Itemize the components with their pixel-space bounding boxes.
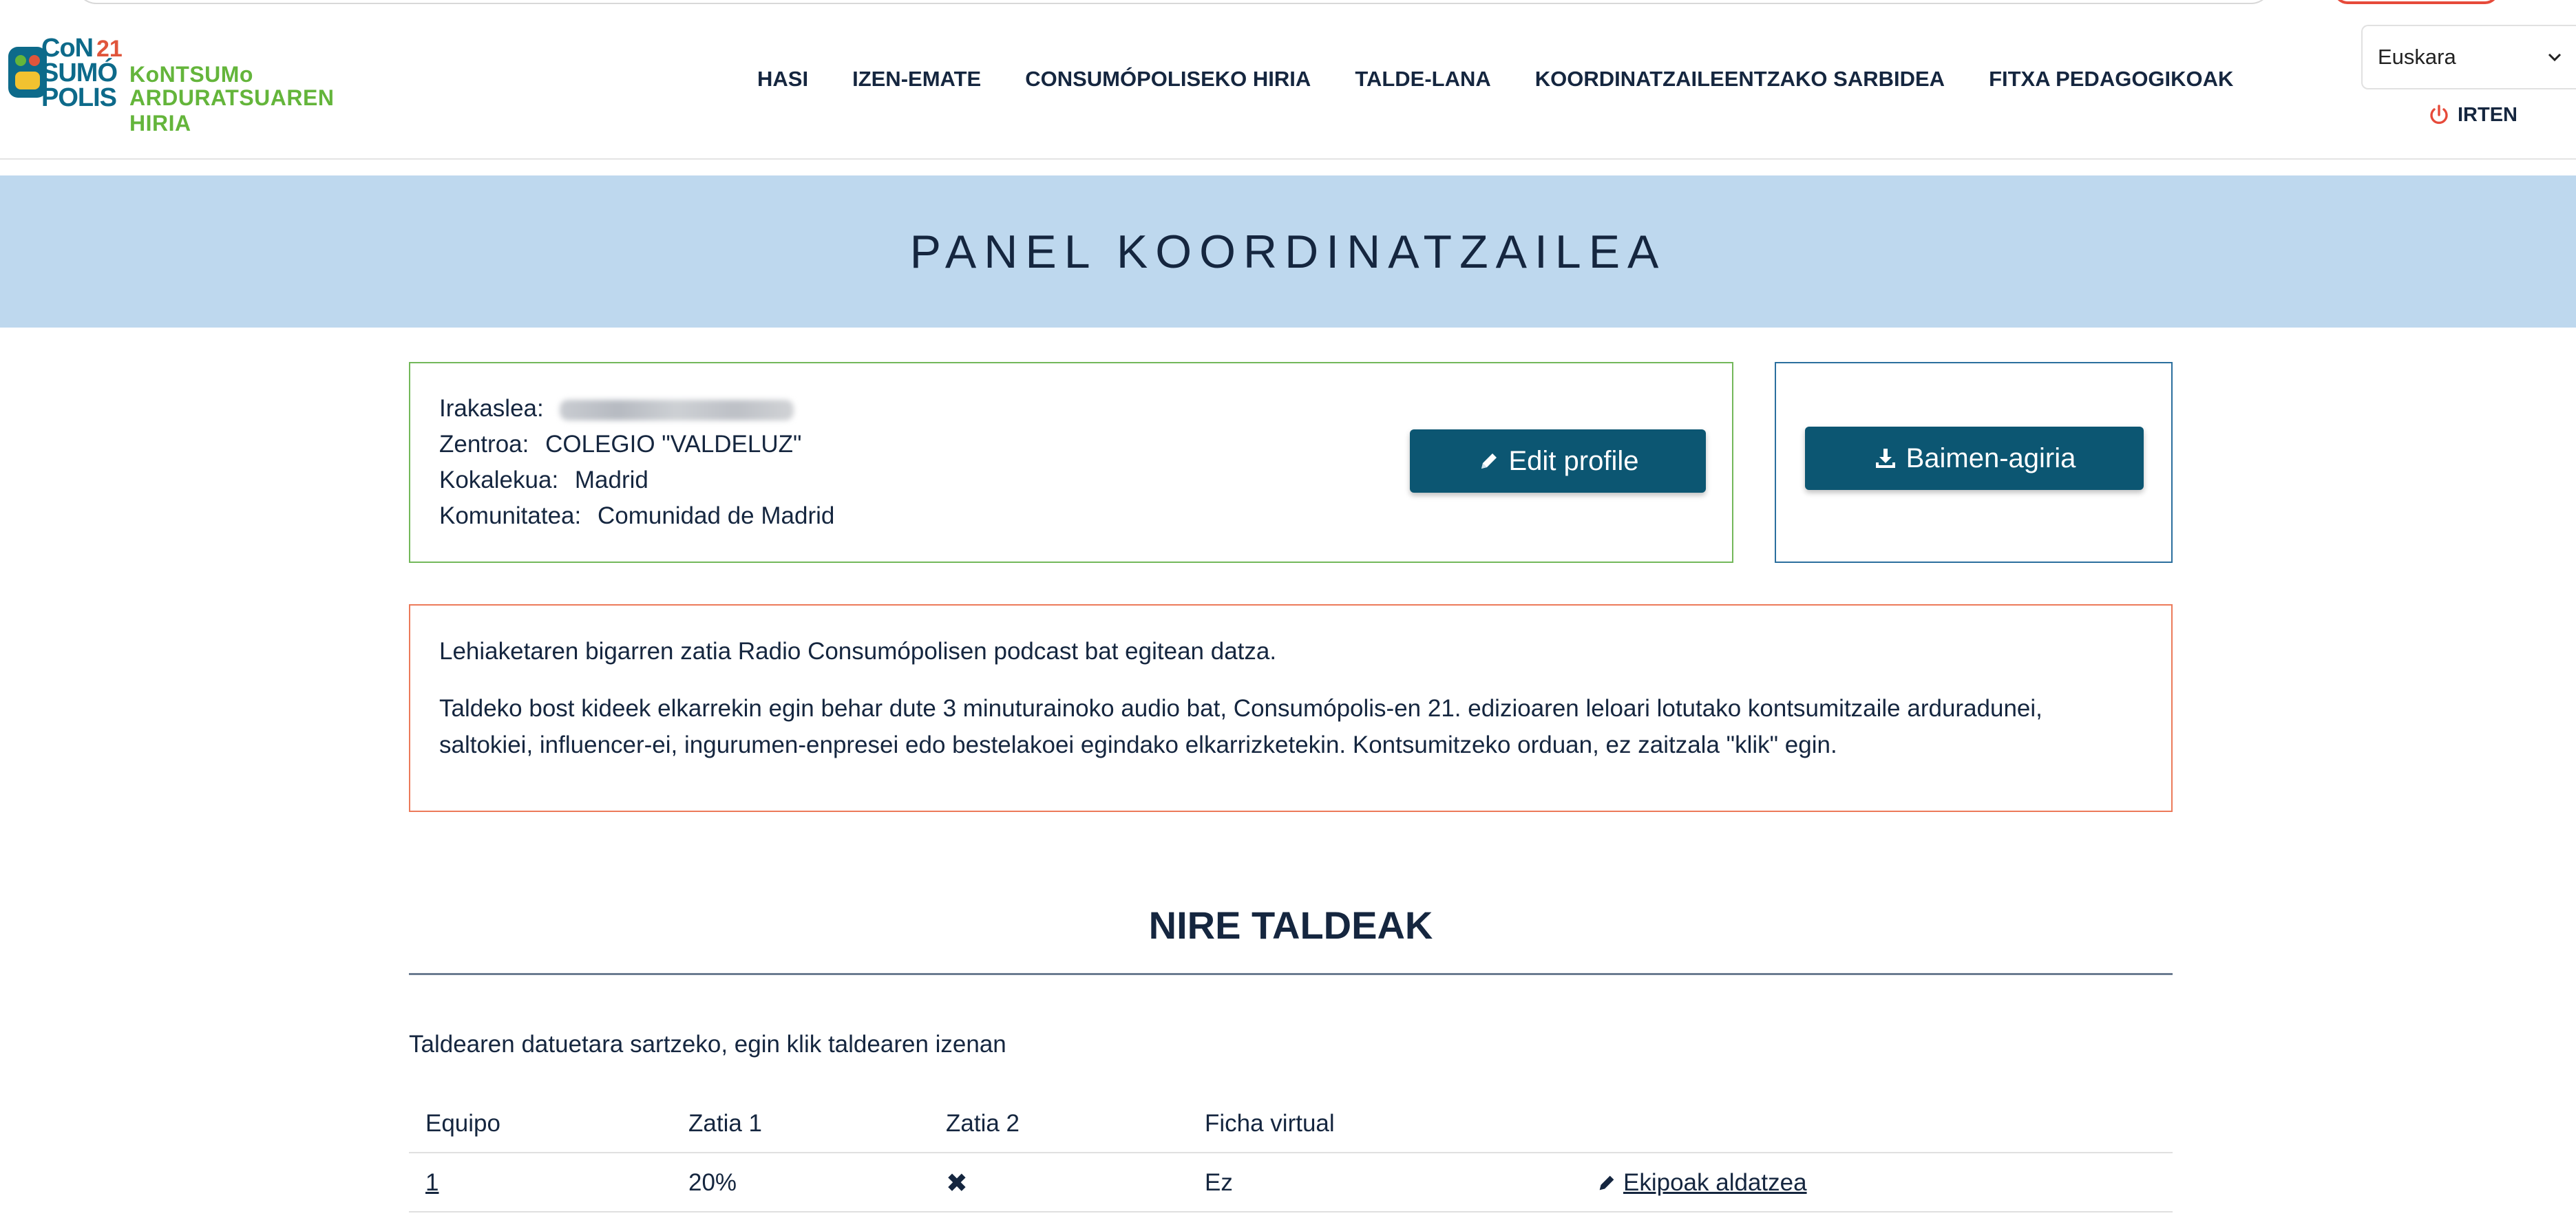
documents-card: Baimen-agiria [1775, 362, 2173, 563]
center-value: COLEGIO "VALDELUZ" [545, 431, 802, 458]
nav-consumopoliseko-hiria[interactable]: CONSUMÓPOLISEKO HIRIA [1025, 67, 1311, 92]
teams-hint: Taldearen datuetara sartzeko, egin klik … [409, 1031, 1006, 1058]
team-link[interactable]: 1 [425, 1169, 439, 1197]
notice-paragraph-1: Lehiaketaren bigarren zatia Radio Consum… [439, 638, 1277, 665]
logout-label: IRTEN [2458, 103, 2517, 126]
community-value: Comunidad de Madrid [597, 502, 835, 529]
my-teams-title: NIRE TALDEAK [1148, 904, 1433, 947]
part1-cell: 20% [688, 1169, 737, 1196]
table-header-row: Equipo Zatia 1 Zatia 2 Ficha virtual [409, 1094, 2173, 1153]
permission-document-button[interactable]: Baimen-agiria [1805, 427, 2144, 490]
logo-tagline-2: ARDURATSUAREN HIRIA [129, 85, 335, 136]
logo-tagline-1: KoNTSUMo [129, 62, 253, 87]
column-header-virtual: Ficha virtual [1205, 1110, 1335, 1137]
nav-hasi[interactable]: HASI [757, 67, 808, 92]
section-divider [409, 973, 2173, 975]
column-header-part1: Zatia 1 [688, 1110, 762, 1137]
power-icon [2430, 105, 2448, 125]
nav-koordinatzaileentzako-sarbidea[interactable]: KOORDINATZAILEENTZAKO SARBIDEA [1535, 67, 1945, 92]
center-row: Zentroa: COLEGIO "VALDELUZ" [439, 427, 834, 462]
pencil-icon [1599, 1175, 1614, 1190]
location-value: Madrid [574, 467, 648, 493]
teacher-row: Irakaslea: [439, 391, 834, 427]
center-label: Zentroa: [439, 431, 529, 458]
chevron-down-icon [2548, 53, 2562, 62]
edit-profile-button[interactable]: Edit profile [1410, 429, 1706, 493]
edit-teams-link[interactable]: Ekipoak aldatzea [1623, 1169, 1807, 1197]
profile-card: Irakaslea: Zentroa: COLEGIO "VALDELUZ" K… [409, 362, 1733, 563]
logout-link[interactable]: IRTEN [2427, 103, 2517, 127]
location-row: Kokalekua: Madrid [439, 462, 834, 498]
consumopolis-logo[interactable]: CoN SUMÓ POLIS 21 KoNTSUMo ARDURATSUAREN… [6, 35, 391, 136]
edit-profile-label: Edit profile [1508, 445, 1639, 476]
page-title: PANEL KOORDINATZAILEA [909, 225, 1667, 278]
profile-details: Irakaslea: Zentroa: COLEGIO "VALDELUZ" K… [439, 391, 834, 534]
language-select[interactable]: Euskara [2361, 25, 2576, 89]
part2-status-icon: ✖ [946, 1168, 968, 1198]
language-selected-value: Euskara [2378, 45, 2456, 69]
teacher-label: Irakaslea: [439, 395, 544, 422]
nav-fitxa-pedagogikoak[interactable]: FITXA PEDAGOGIKOAK [1989, 67, 2233, 92]
teacher-name-redacted [560, 399, 794, 420]
virtual-cell: Ez [1205, 1169, 1233, 1196]
permission-document-label: Baimen-agiria [1905, 442, 2076, 473]
download-icon [1875, 449, 1895, 468]
location-label: Kokalekua: [439, 467, 559, 493]
notice-paragraph-2: Taldeko bost kideek elkarrekin egin beha… [439, 695, 2042, 758]
logo-edition-number: 21 [96, 36, 123, 62]
nav-talde-lana[interactable]: TALDE-LANA [1355, 67, 1490, 92]
main-nav: HASI IZEN-EMATE CONSUMÓPOLISEKO HIRIA TA… [757, 62, 2277, 96]
page-banner: PANEL KOORDINATZAILEA [0, 175, 2576, 328]
column-header-part2: Zatia 2 [946, 1110, 1020, 1137]
site-header: CoN SUMÓ POLIS 21 KoNTSUMo ARDURATSUAREN… [0, 0, 2576, 160]
community-label: Komunitatea: [439, 502, 582, 529]
community-row: Komunitatea: Comunidad de Madrid [439, 498, 834, 534]
teams-table: Equipo Zatia 1 Zatia 2 Ficha virtual 1 2… [409, 1094, 2173, 1212]
edit-teams-action[interactable]: Ekipoak aldatzea [1596, 1153, 1807, 1212]
contest-notice: Lehiaketaren bigarren zatia Radio Consum… [409, 604, 2173, 812]
team-cell: 1 [425, 1153, 439, 1212]
column-header-team: Equipo [425, 1110, 500, 1137]
nav-izen-emate[interactable]: IZEN-EMATE [852, 67, 981, 92]
table-row: 1 20% ✖ Ez Ekipoak aldatzea [409, 1153, 2173, 1212]
pencil-icon [1481, 453, 1497, 469]
